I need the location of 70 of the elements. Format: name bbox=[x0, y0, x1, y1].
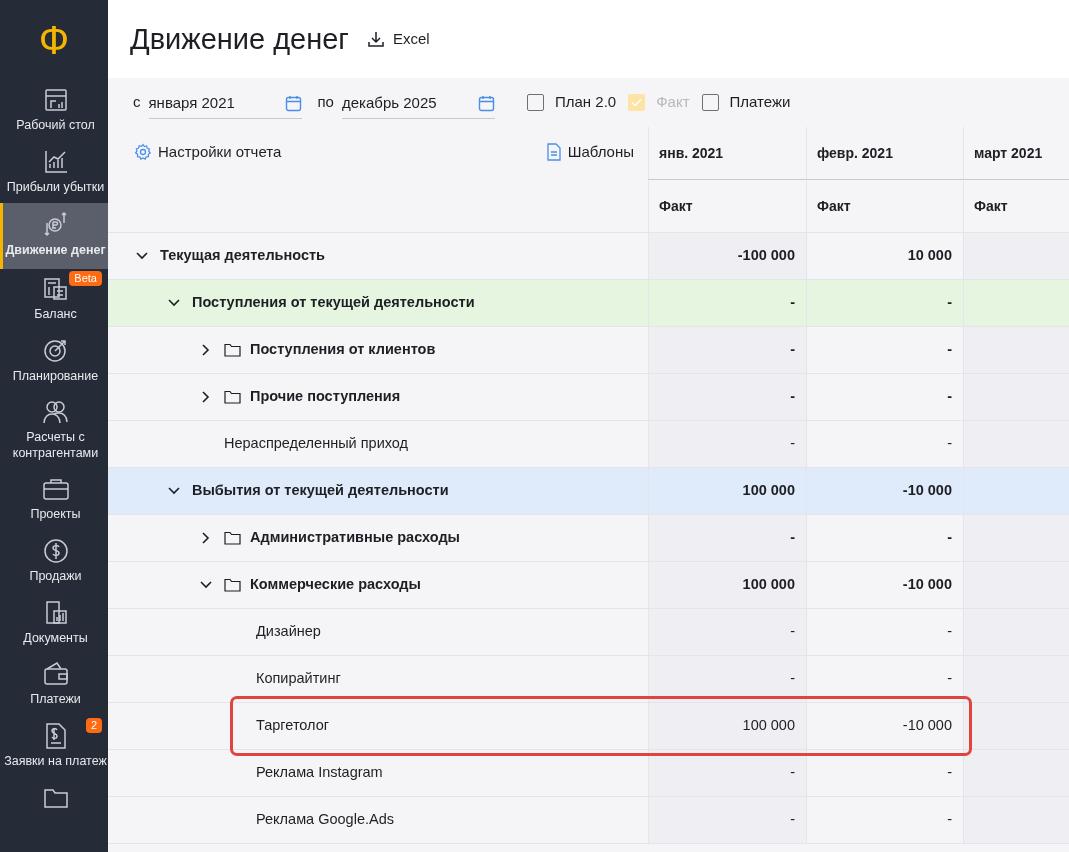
settings-icon bbox=[134, 143, 152, 162]
table-cell: -10 000 bbox=[806, 468, 963, 515]
sidebar-item[interactable]: Beta Баланс bbox=[0, 268, 108, 331]
column-header: янв. 2021 bbox=[648, 127, 806, 180]
sidebar-badge: 2 bbox=[85, 717, 102, 733]
calendar-icon[interactable] bbox=[477, 94, 495, 112]
row-label: Выбытия от текущей деятельности bbox=[192, 481, 449, 501]
export-button[interactable]: Excel bbox=[366, 27, 430, 51]
table-cell: - bbox=[648, 327, 806, 374]
checkbox[interactable] bbox=[701, 94, 719, 111]
checkbox-label: Факт bbox=[656, 92, 690, 113]
sidebar-item[interactable]: Планирование bbox=[0, 330, 108, 393]
table-cell: - bbox=[648, 280, 806, 327]
sidebar-item[interactable]: Продажи bbox=[0, 531, 108, 593]
column-header: март 2021 bbox=[963, 127, 1069, 180]
row-label: Поступления от текущей деятельности bbox=[192, 293, 475, 313]
sidebar-item[interactable]: Расчеты с контрагентами bbox=[0, 392, 108, 470]
report-settings-link[interactable]: Настройки отчета bbox=[134, 141, 282, 164]
to-label: по bbox=[317, 92, 334, 113]
table-cell: 100 000 bbox=[648, 468, 806, 515]
folder-icon bbox=[224, 578, 241, 592]
row-label: Коммерческие расходы bbox=[250, 575, 421, 595]
checkbox-label: Платежи bbox=[729, 92, 791, 113]
date-input[interactable]: января 2021 bbox=[148, 91, 274, 115]
table-cell: - bbox=[648, 421, 806, 468]
table-cell: - bbox=[648, 374, 806, 421]
folder-icon bbox=[224, 343, 241, 357]
checkbox-label: План 2.0 bbox=[554, 92, 617, 113]
sidebar-item[interactable]: Прибыли убытки bbox=[0, 141, 108, 204]
row-label: Реклама Instagram bbox=[256, 763, 383, 783]
folder-icon bbox=[224, 390, 241, 404]
table-cell: -100 000 bbox=[648, 233, 806, 280]
document-icon bbox=[545, 143, 562, 162]
table-cell: - bbox=[648, 609, 806, 656]
row-label: Текущая деятельность bbox=[160, 246, 325, 266]
logo[interactable]: Ф bbox=[0, 0, 108, 80]
row-label: Дизайнер bbox=[256, 622, 321, 642]
row-label: Административные расходы bbox=[250, 528, 460, 548]
calendar-icon[interactable] bbox=[284, 94, 302, 112]
table-cell: 100 000 bbox=[648, 703, 806, 750]
row-label: Поступления от клиентов bbox=[250, 340, 436, 360]
row-label: Копирайтинг bbox=[256, 669, 341, 689]
download-icon bbox=[366, 30, 385, 48]
sidebar-item[interactable]: Движение денег bbox=[0, 203, 108, 269]
row-label: Реклама Google.Ads bbox=[256, 810, 394, 830]
table-cell: 100 000 bbox=[648, 562, 806, 609]
column-subheader: Факт bbox=[806, 180, 963, 233]
dollar-icon bbox=[41, 537, 70, 565]
row-label: Таргетолог bbox=[256, 716, 330, 736]
checkbox[interactable] bbox=[526, 94, 544, 111]
table-cell: - bbox=[648, 797, 806, 844]
templates-link[interactable]: Шаблоны bbox=[545, 141, 634, 164]
check-icon bbox=[631, 98, 643, 107]
table-cell: - bbox=[648, 750, 806, 797]
from-label: с bbox=[133, 92, 141, 113]
column-header: февр. 2021 bbox=[806, 127, 963, 180]
table-cell: - bbox=[648, 656, 806, 703]
date-input[interactable]: декабрь 2025 bbox=[341, 91, 467, 115]
row-label: Прочие поступления bbox=[250, 387, 401, 407]
table-cell: - bbox=[806, 280, 963, 327]
sidebar-item[interactable]: Проекты bbox=[0, 469, 108, 531]
row-label: Нераспределенный приход bbox=[224, 434, 409, 454]
folder-icon bbox=[224, 531, 241, 545]
sidebar-item[interactable]: Рабочий стол bbox=[0, 80, 108, 142]
sidebar-item[interactable]: Платежи bbox=[0, 654, 108, 716]
sidebar-item[interactable]: 2 Заявки на платеж bbox=[0, 715, 108, 778]
table-cell: - bbox=[648, 515, 806, 562]
sidebar-badge: Beta bbox=[69, 270, 102, 286]
page-title: Движение денег bbox=[130, 21, 349, 57]
sidebar-item[interactable]: Документы bbox=[0, 592, 108, 655]
